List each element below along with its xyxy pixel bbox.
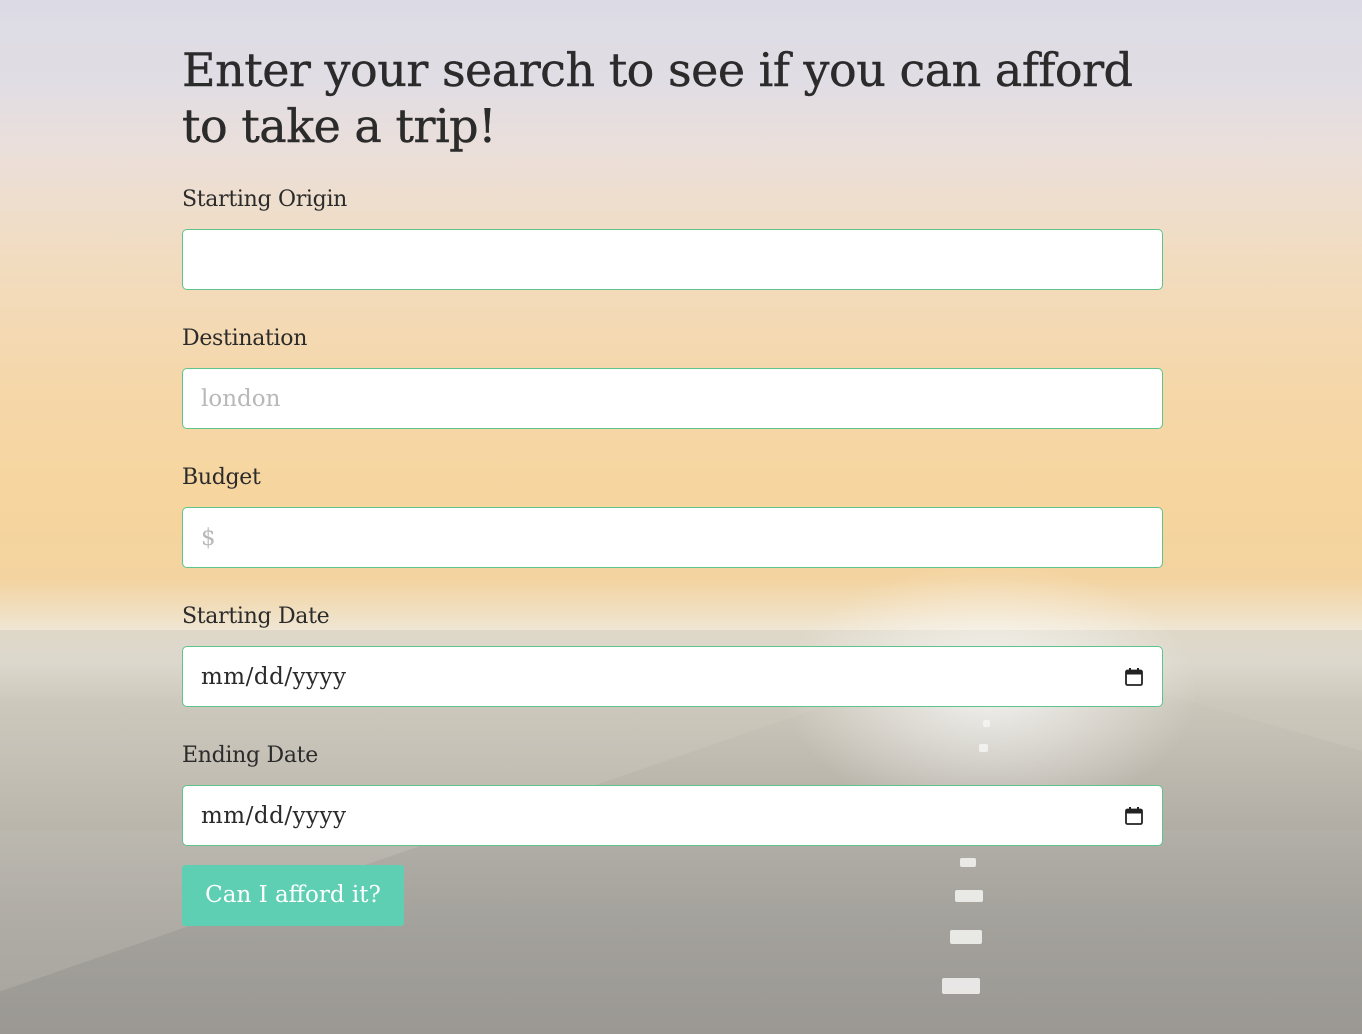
budget-input[interactable]: $ xyxy=(182,507,1163,568)
destination-input[interactable]: london xyxy=(182,368,1163,429)
budget-field-group: Budget $ xyxy=(182,464,1163,568)
origin-field-group: Starting Origin xyxy=(182,186,1163,290)
road-lane-mark xyxy=(942,978,980,994)
end-date-input[interactable]: mm/dd/yyyy xyxy=(182,785,1163,846)
budget-label: Budget xyxy=(182,465,261,490)
start-date-input[interactable]: mm/dd/yyyy xyxy=(182,646,1163,707)
destination-placeholder: london xyxy=(201,385,281,412)
calendar-icon[interactable] xyxy=(1124,667,1144,687)
destination-label: Destination xyxy=(182,326,308,351)
page-title: Enter your search to see if you can affo… xyxy=(182,43,1133,153)
search-form-container: Enter your search to see if you can affo… xyxy=(182,42,1163,926)
destination-field-group: Destination london xyxy=(182,325,1163,429)
end-date-placeholder: mm/dd/yyyy xyxy=(201,802,347,829)
submit-button[interactable]: Can I afford it? xyxy=(182,865,404,926)
calendar-icon[interactable] xyxy=(1124,806,1144,826)
start-date-field-group: Starting Date mm/dd/yyyy xyxy=(182,603,1163,707)
road-lane-mark xyxy=(950,930,982,944)
origin-label: Starting Origin xyxy=(182,187,348,212)
end-date-field-group: Ending Date mm/dd/yyyy xyxy=(182,742,1163,846)
budget-placeholder: $ xyxy=(201,524,216,551)
start-date-label: Starting Date xyxy=(182,604,330,629)
end-date-label: Ending Date xyxy=(182,743,318,768)
origin-input[interactable] xyxy=(182,229,1163,290)
start-date-placeholder: mm/dd/yyyy xyxy=(201,663,347,690)
